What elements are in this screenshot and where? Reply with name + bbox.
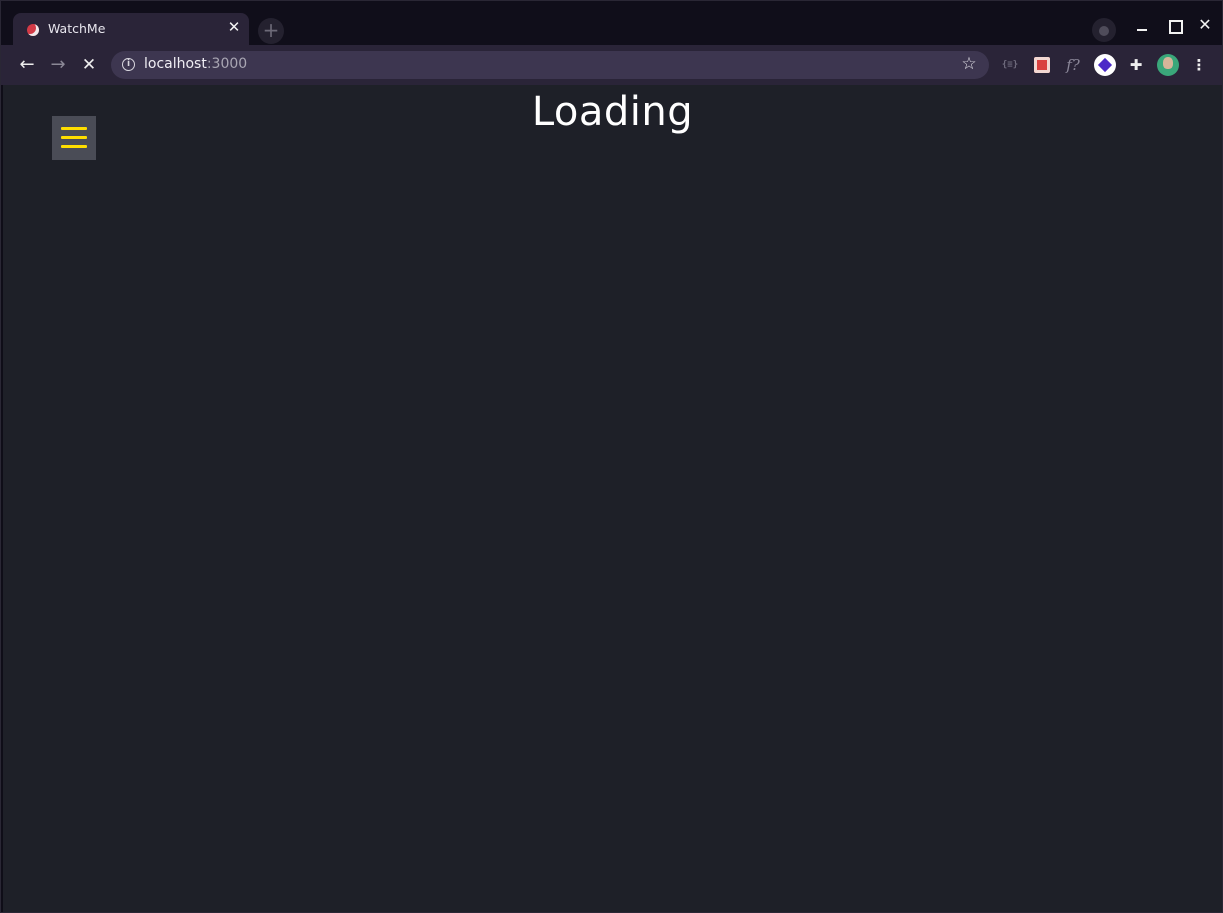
purple-diamond-extension-icon[interactable]: [1094, 54, 1116, 76]
url-port: :3000: [206, 56, 248, 72]
tab-watchme[interactable]: WatchMe ✕: [13, 13, 249, 46]
new-tab-button[interactable]: +: [258, 18, 284, 44]
url-text[interactable]: localhost:3000: [144, 56, 247, 72]
hamburger-line-icon: [61, 145, 87, 148]
back-button[interactable]: ←: [15, 53, 39, 77]
browser-toolbar: ← → ✕ i localhost:3000 ☆ {≡} f? ✚ ⋮: [1, 45, 1222, 85]
window-close-button[interactable]: ✕: [1190, 13, 1220, 37]
url-host: localhost: [144, 56, 207, 72]
hamburger-line-icon: [61, 136, 87, 139]
page-viewport: Loading: [3, 85, 1222, 912]
json-extension-icon[interactable]: {≡}: [999, 54, 1021, 76]
fx-extension-icon[interactable]: f?: [1062, 54, 1084, 76]
stop-loading-button[interactable]: ✕: [77, 53, 101, 77]
extensions-puzzle-icon[interactable]: ✚: [1125, 54, 1147, 76]
bookmark-star-icon[interactable]: ☆: [959, 54, 979, 74]
browser-menu-icon[interactable]: ⋮: [1189, 54, 1209, 76]
watchme-favicon-icon: [27, 24, 39, 36]
browser-window: WatchMe ✕ + ✕ ← → ✕ i localhost:3000 ☆ {…: [0, 0, 1223, 913]
address-bar[interactable]: i localhost:3000 ☆: [111, 51, 989, 79]
site-info-icon[interactable]: i: [122, 58, 135, 71]
tab-close-icon[interactable]: ✕: [226, 18, 242, 36]
tab-strip: WatchMe ✕ + ✕: [1, 1, 1222, 46]
forward-button[interactable]: →: [46, 53, 70, 77]
maximize-button[interactable]: [1159, 13, 1189, 37]
tab-title: WatchMe: [48, 21, 106, 36]
minimize-button[interactable]: [1127, 13, 1157, 37]
tab-search-icon[interactable]: [1092, 18, 1116, 42]
red-extension-icon[interactable]: [1031, 54, 1053, 76]
profile-avatar[interactable]: [1157, 54, 1179, 76]
loading-title: Loading: [531, 89, 694, 135]
